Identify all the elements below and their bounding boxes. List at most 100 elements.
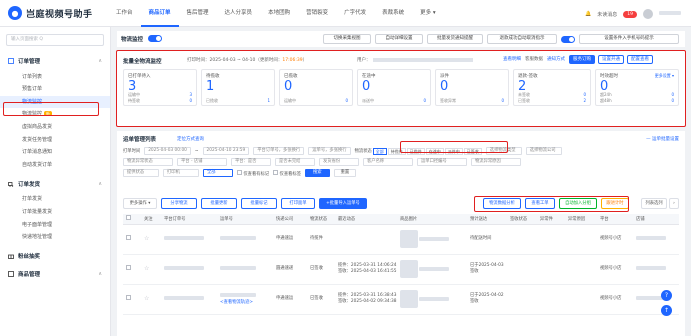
status-chip-all[interactable]: 全部 [372,147,387,155]
status-chip-signed[interactable]: 已签收 [463,147,482,155]
sidebar-item-logistics-monitor[interactable]: 物流监控 [0,95,110,108]
avatar[interactable] [643,9,653,19]
nav-item-report[interactable]: 表裁系统 [374,0,412,27]
bell-icon[interactable]: 🔔 [585,11,591,17]
star-icon[interactable]: ☆ [144,235,149,242]
end-date-input[interactable]: 2025-04-10 23:59 [202,147,250,155]
refund-cancel-toggle[interactable] [561,36,575,43]
sidebar-item-order-notify[interactable]: 订单消息通知 [0,146,110,158]
stat-card-awaiting-pickup[interactable]: 待揽收 1 已揽收 1 [201,69,275,106]
sidebar-item-print-ship[interactable]: 打单发货 [0,193,110,205]
status-chip-delivering[interactable]: 派件中 [444,147,463,155]
chevron-right-icon[interactable]: › [669,198,679,209]
view-config-button[interactable]: 配置查看 [627,55,653,64]
batch-ship-notify-button[interactable]: 批量发货通知提醒 [427,34,483,44]
auto-group-button[interactable]: 自动加入分组 [559,198,597,209]
sidebar-item-e-waybill[interactable]: 电子面单管理 [0,219,110,231]
logistics-type-select[interactable]: 选择物流类型 [485,147,522,155]
nav-item-aftersale[interactable]: 售后管理 [179,0,217,27]
nav-item-influencer[interactable]: 达人分享员 [217,0,261,27]
only-marked-checkbox[interactable]: 仅查看有标记 [237,169,269,177]
sidebar-search-input[interactable]: 输入页面搜索 Q [6,34,104,46]
view-ticket-button[interactable]: 查看工单 [525,198,555,209]
print-waybill-button[interactable]: 打印面单 [281,198,315,209]
nav-item-marketing[interactable]: 营销裂变 [298,0,336,27]
stat-card-in-transit[interactable]: 在途中 0 派送中 0 [357,69,431,106]
product-image[interactable] [400,260,418,278]
logistics-company-select[interactable]: 选择物流公司 [525,147,562,155]
stat-card-timeout[interactable]: 时效超时 更多设置 ▾ 0 超24h 0 超48h 0 [595,69,679,106]
order-number-placeholder[interactable] [164,235,204,240]
sidebar-group-delivery[interactable]: 订单发货 ∧ [0,175,110,193]
brand-logo[interactable]: ● 岂庭视频号助手 [8,6,93,20]
help-float-button[interactable]: ? [661,290,672,301]
sidebar-item-auto-delivery[interactable]: 自动发货订单 [0,159,110,171]
column-settings-button[interactable]: 列表选列 [641,198,667,209]
sidebar-group-products[interactable]: 商品管理 ∧ [0,265,110,283]
table-row[interactable]: ☆ 圆通速递 已签收 揽件：2025-03-31 14:06:24 签收：2025… [123,254,679,285]
notify-method-link[interactable]: 通知方式 [547,56,565,62]
phone-hint-button[interactable]: 设置条件入手机号码提示 [579,34,679,44]
message-label[interactable]: 未读消息 [597,11,617,18]
more-actions-dropdown[interactable]: 更多操作 ▾ [123,198,157,209]
account-name-placeholder[interactable] [659,11,681,17]
service-data-link[interactable]: 客服数据 [525,56,543,62]
stat-card-picked-up[interactable]: 已揽收 0 运输中 0 [279,69,353,106]
reset-button[interactable]: 重置 [333,169,357,177]
auto-detail-settings-button[interactable]: 自动详细设置 [375,34,423,44]
batch-import-waybill-button[interactable]: +批量导入运单号 [319,198,367,209]
share-logistics-button[interactable]: 分享物流 [161,198,197,209]
unfinished-select[interactable]: 是否未完结 [275,158,315,166]
status-chip-picked[interactable]: 已揽件 [406,147,425,155]
start-date-input[interactable]: 2025-04-03 00:00 [144,147,191,155]
batch-mark-button[interactable]: 批量标记 [241,198,277,209]
nav-item-more[interactable]: 更多 ▾ [412,0,444,27]
refund-cancel-button[interactable]: 退款成功自动取消指示 [487,34,557,44]
order-number-placeholder[interactable] [164,295,204,300]
star-icon[interactable]: ☆ [144,265,149,272]
sidebar-item-virtual-delivery[interactable]: 虚拟商品发货 [0,121,110,133]
follow-timer-button[interactable]: 跟进计时 [601,198,629,209]
scope-all-select[interactable]: 全部 [203,169,233,177]
status-chip-await-pickup[interactable]: 待揽件 [387,147,406,155]
sidebar-item-presale[interactable]: 预售订单 [0,83,110,95]
nav-item-orders[interactable]: 商品订单 [140,0,179,27]
back-to-top-button[interactable]: ↑ [661,305,672,316]
row-checkbox[interactable] [126,235,131,240]
sidebar-item-order-list[interactable]: 订单列表 [0,71,110,83]
sidebar-item-logistics-monitor-new[interactable]: 物流监控新 [0,108,110,120]
nav-item-local[interactable]: 本地团购 [260,0,298,27]
logistics-monitor-toggle[interactable] [148,35,162,42]
col-select[interactable] [123,214,141,225]
nav-item-dropship[interactable]: 广字代发 [336,0,374,27]
sidebar-item-delivery-task[interactable]: 发货任务管理 [0,134,110,146]
product-image[interactable] [400,230,418,248]
abnormal-reason-select[interactable]: 物流异常原因 [471,158,521,166]
waybill-number-input[interactable]: 运单号，多张换行 [308,147,351,155]
product-image[interactable] [400,290,418,308]
stat-card-delivering[interactable]: 派件 0 签收异常 0 [435,69,509,106]
open-settings-button[interactable]: 设置开通 [598,55,624,64]
waybill-code-input[interactable]: 运单口径编号 [417,158,467,166]
order-number-input[interactable]: 平台订单号，多张换行 [253,147,305,155]
locate-method-link[interactable]: 定位方式查询 [177,136,204,142]
platform-shop-select[interactable]: 平台 - 店铺 [177,158,227,166]
platform-flag-select[interactable]: 平台：是否 [231,158,271,166]
status-chip-transit[interactable]: 在途中 [425,147,444,155]
printer-select[interactable]: 打印机 [163,169,199,177]
star-icon[interactable]: ☆ [144,295,149,302]
row-checkbox[interactable] [126,295,131,300]
abnormal-status-select[interactable]: 物流异常状态 [123,158,173,166]
view-detail-link[interactable]: 查看明细 [503,56,521,62]
order-number-placeholder[interactable] [164,265,204,270]
switch-view-button[interactable]: 切换采集视图 [323,34,371,44]
service-subscribe-button[interactable]: 服务订购 [569,55,595,64]
select-all-checkbox[interactable] [126,215,131,221]
more-settings-link[interactable]: 更多设置 ▾ [655,73,674,79]
sidebar-group-order-mgmt[interactable]: 订单管理 ∧ [0,52,110,70]
batch-settings-link[interactable]: — 运单批量设置 [646,136,679,142]
customer-name-input[interactable]: 客户名称 [363,158,413,166]
logistics-analysis-button[interactable]: 物流数据分析 [483,198,521,209]
table-row[interactable]: ☆ 申通速运 待揽件 待配送时间 视频号小店 [123,224,679,255]
sidebar-item-batch-ship[interactable]: 订单批量发货 [0,206,110,218]
